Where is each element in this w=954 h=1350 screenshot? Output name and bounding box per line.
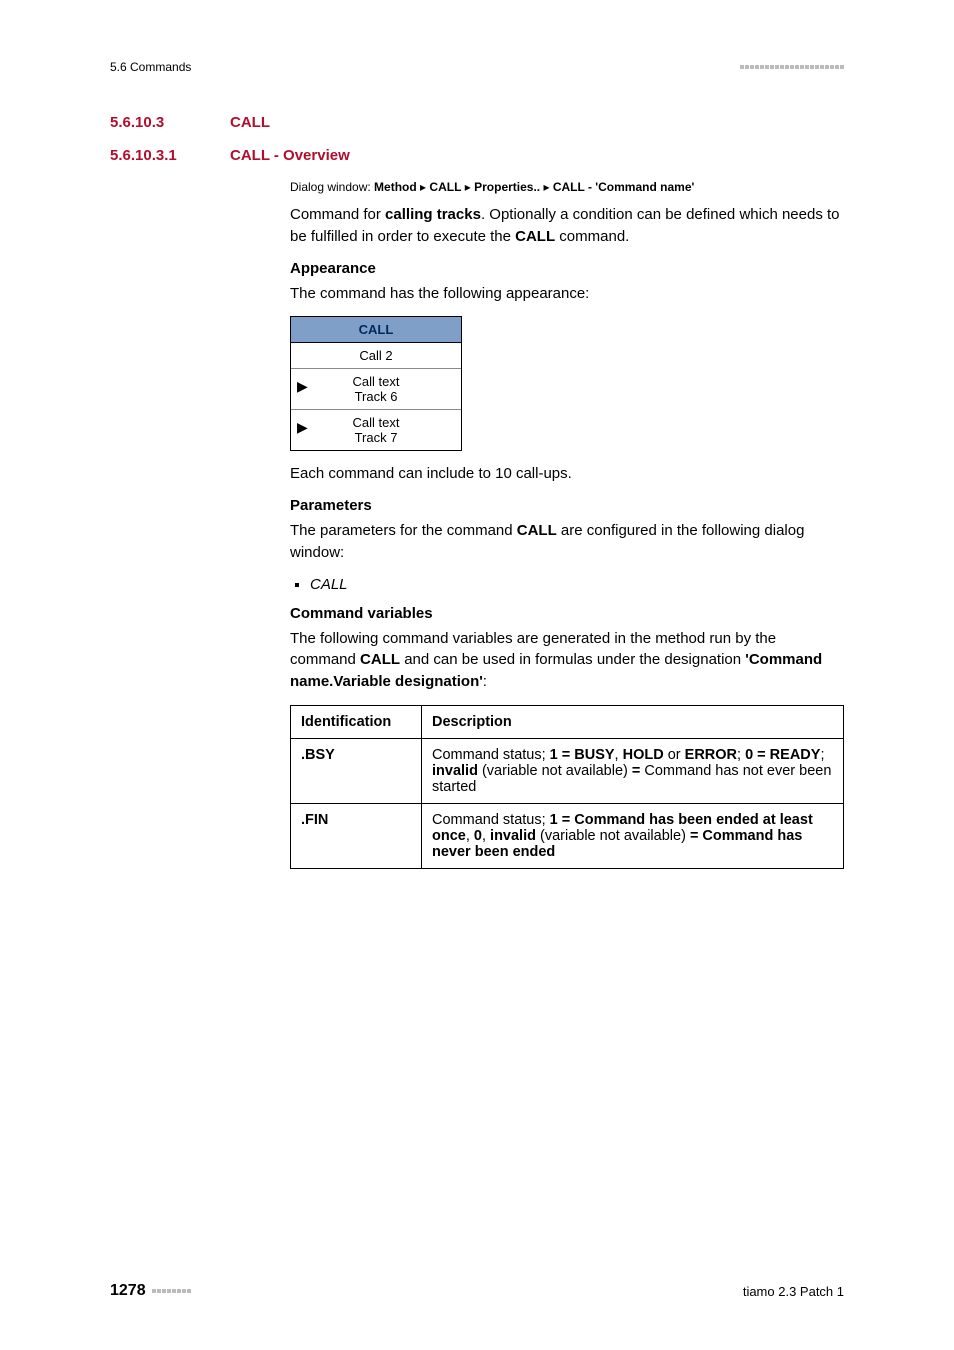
- text-bold: invalid: [432, 763, 478, 779]
- text: and can be used in formulas under the de…: [400, 651, 745, 668]
- text: (variable not available): [536, 828, 690, 844]
- page-number: 1278: [110, 1282, 146, 1300]
- text: :: [483, 673, 487, 690]
- table-header: Description: [422, 705, 844, 738]
- text: command.: [555, 228, 629, 245]
- table-cell: .FIN: [291, 803, 422, 868]
- text: ,: [482, 828, 490, 844]
- section-heading-1: 5.6.10.3 CALL: [110, 114, 844, 131]
- var-id: .FIN: [301, 812, 328, 828]
- list-item: CALL: [310, 576, 844, 593]
- parameters-heading: Parameters: [290, 497, 844, 514]
- footer-decoration: [152, 1289, 191, 1293]
- table-cell: .BSY: [291, 738, 422, 803]
- text-bold: 0 = READY: [745, 747, 820, 763]
- call-box-row: ▶ Call text Track 7: [291, 410, 461, 450]
- call-row-text: Call text: [353, 415, 400, 430]
- text-bold: ERROR: [685, 747, 737, 763]
- text-bold: CALL: [360, 651, 400, 668]
- section-number: 5.6.10.3.1: [110, 147, 210, 164]
- table-cell: Command status; 1 = Command has been end…: [422, 803, 844, 868]
- text: ,: [615, 747, 623, 763]
- dialog-part: CALL: [429, 180, 461, 194]
- table-header: Identification: [291, 705, 422, 738]
- text-bold: 1 = BUSY: [550, 747, 615, 763]
- table-header-row: Identification Description: [291, 705, 844, 738]
- section-title: CALL - Overview: [230, 147, 350, 164]
- text: Command status;: [432, 747, 550, 763]
- header-decoration: [740, 65, 844, 69]
- text: The parameters for the command: [290, 522, 517, 539]
- call-box-row: ▶ Call text Track 6: [291, 369, 461, 410]
- header-section: 5.6 Commands: [110, 60, 191, 74]
- intro-paragraph: Command for calling tracks. Optionally a…: [290, 204, 844, 248]
- call-row-text: Track 7: [355, 430, 398, 445]
- text: (variable not available): [478, 763, 632, 779]
- command-variables-text: The following command variables are gene…: [290, 628, 844, 693]
- text-bold: CALL: [515, 228, 555, 245]
- text: ;: [820, 747, 824, 763]
- text: Command status;: [432, 812, 550, 828]
- text: ,: [466, 828, 474, 844]
- dialog-prefix: Dialog window:: [290, 180, 374, 194]
- footer-page: 1278: [110, 1282, 191, 1300]
- var-id: .BSY: [301, 747, 335, 763]
- text: Command for: [290, 206, 385, 223]
- parameters-list: CALL: [290, 576, 844, 593]
- text: ;: [737, 747, 745, 763]
- appearance-text: The command has the following appearance…: [290, 283, 844, 305]
- text-bold: 0: [474, 828, 482, 844]
- text-bold: invalid: [490, 828, 536, 844]
- footer-version: tiamo 2.3 Patch 1: [743, 1284, 844, 1299]
- dialog-part: CALL - 'Command name': [553, 180, 695, 194]
- call-box-header: CALL: [291, 317, 461, 343]
- call-box-row: Call 2: [291, 343, 461, 369]
- command-variables-heading: Command variables: [290, 605, 844, 622]
- page-footer: 1278 tiamo 2.3 Patch 1: [110, 1282, 844, 1300]
- dialog-part: Properties..: [474, 180, 540, 194]
- parameters-text: The parameters for the command CALL are …: [290, 520, 844, 564]
- section-title: CALL: [230, 114, 270, 131]
- call-command-box: CALL Call 2 ▶ Call text Track 6 ▶ Call t…: [290, 316, 462, 451]
- call-row-text: Track 6: [355, 389, 398, 404]
- dialog-part: Method: [374, 180, 417, 194]
- page-header: 5.6 Commands: [110, 60, 844, 74]
- table-row: .BSY Command status; 1 = BUSY, HOLD or E…: [291, 738, 844, 803]
- dialog-path: Dialog window: Method ▸ CALL ▸ Propertie…: [290, 180, 844, 194]
- text-bold: calling tracks: [385, 206, 481, 223]
- call-row-text: Call text: [353, 374, 400, 389]
- text: or: [664, 747, 685, 763]
- table-cell: Command status; 1 = BUSY, HOLD or ERROR;…: [422, 738, 844, 803]
- section-number: 5.6.10.3: [110, 114, 200, 131]
- note-text: Each command can include to 10 call-ups.: [290, 463, 844, 485]
- text-bold: HOLD: [623, 747, 664, 763]
- section-heading-2: 5.6.10.3.1 CALL - Overview: [110, 147, 844, 164]
- text-bold: CALL: [517, 522, 557, 539]
- variables-table: Identification Description .BSY Command …: [290, 705, 844, 869]
- call-row-text: Call 2: [359, 348, 392, 363]
- table-row: .FIN Command status; 1 = Command has bee…: [291, 803, 844, 868]
- appearance-heading: Appearance: [290, 260, 844, 277]
